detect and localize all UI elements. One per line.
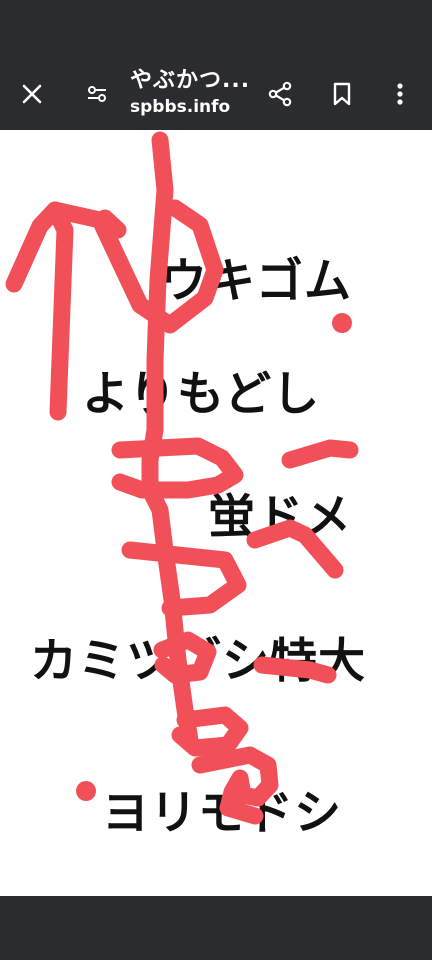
close-icon[interactable] [12, 74, 52, 114]
image-content: ウキゴム よりもどし 蛍ドメ カミツブシ特大 ヨリモドシ [0, 130, 432, 896]
page-info-icon[interactable] [77, 74, 117, 114]
title-block[interactable]: やぶかつ... spbbs.info [130, 66, 260, 118]
more-vert-icon[interactable] [380, 74, 420, 114]
bookmark-icon[interactable] [322, 74, 362, 114]
page-title: やぶかつ... [130, 68, 251, 93]
status-bar [0, 0, 432, 58]
handwritten-scribble [5, 131, 359, 825]
custom-tab-toolbar: やぶかつ... spbbs.info [0, 58, 432, 130]
page-domain: spbbs.info [130, 97, 231, 117]
share-icon[interactable] [260, 74, 300, 114]
bottom-bar [0, 896, 432, 960]
